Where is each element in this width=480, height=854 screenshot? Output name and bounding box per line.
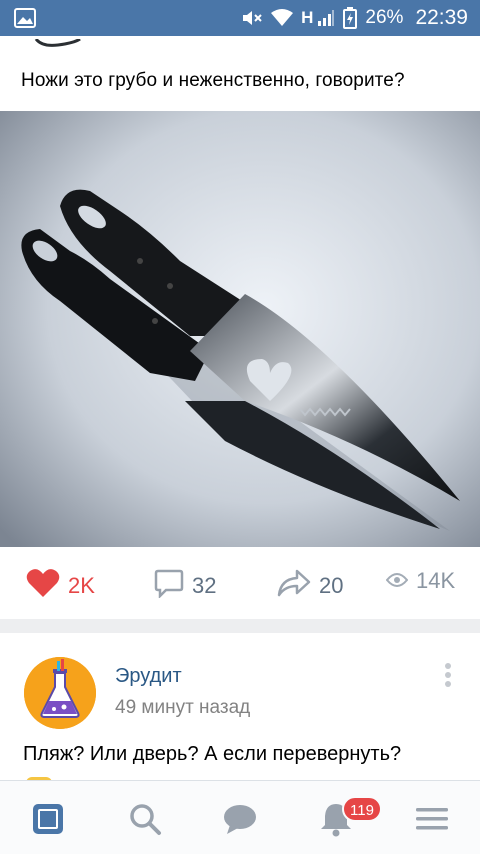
views-indicator: 14K (385, 568, 456, 594)
status-bar: H 26% 22:39 (0, 0, 480, 36)
share-button[interactable]: 20 (277, 568, 343, 604)
comments-count: 32 (192, 573, 217, 598)
share-icon (277, 568, 311, 604)
post-text: Пляж? Или дверь? А если перевернуть? (23, 743, 402, 765)
community-avatar[interactable] (24, 657, 96, 729)
messages-icon[interactable] (222, 801, 258, 837)
views-count: 14K (416, 568, 456, 593)
search-icon[interactable] (127, 801, 163, 837)
wifi-icon (271, 9, 294, 27)
post-photo[interactable] (0, 111, 480, 547)
like-button[interactable]: 2K (26, 568, 95, 604)
more-options-icon[interactable] (444, 663, 452, 691)
notifications-badge: 119 (342, 796, 382, 822)
battery-charging-icon (343, 7, 358, 29)
network-type: H (301, 8, 314, 27)
clock: 22:39 (415, 6, 468, 29)
comment-icon (154, 568, 184, 604)
post-text: Ножи это грубо и неженственно, говорите? (21, 70, 405, 91)
gallery-notification-icon (14, 8, 36, 28)
signal-icon (317, 9, 335, 27)
post-time: 49 минут назад (115, 697, 251, 718)
feed-separator (0, 619, 480, 633)
battery-level: 26% (365, 7, 404, 28)
shares-count: 20 (319, 573, 344, 598)
heart-icon (26, 568, 60, 604)
post-actions: 2K 32 20 14K (0, 556, 480, 612)
comment-button[interactable]: 32 (154, 568, 216, 604)
news-icon[interactable] (30, 801, 66, 837)
likes-count: 2K (68, 573, 95, 598)
eye-icon (385, 568, 409, 594)
previous-avatar-edge (28, 36, 88, 47)
feed-post: Эрудит 49 минут назад Пляж? Или дверь? А… (0, 633, 480, 783)
post-author[interactable]: Эрудит (115, 665, 182, 688)
menu-icon[interactable] (414, 801, 450, 837)
bottom-navigation (0, 780, 480, 854)
mute-icon (241, 8, 263, 28)
